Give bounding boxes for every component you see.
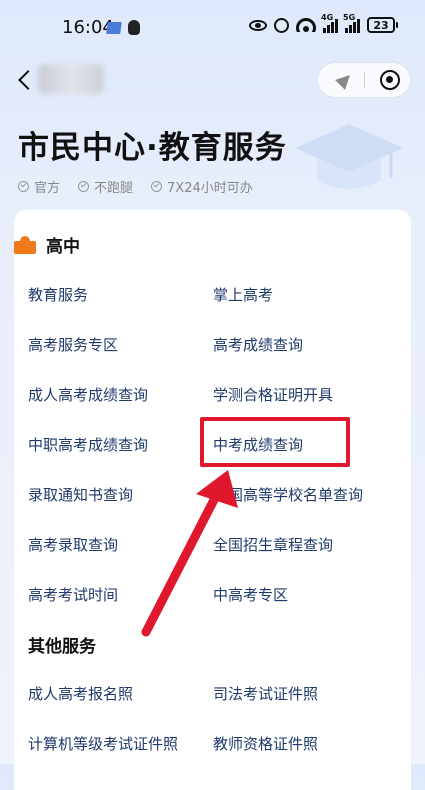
notification-flag-icon	[106, 22, 122, 34]
wifi-icon	[296, 18, 316, 32]
school-icon	[14, 235, 36, 254]
back-icon[interactable]	[16, 68, 38, 92]
blurred-app-title	[38, 64, 104, 94]
check-circle-icon	[78, 181, 90, 192]
service-item[interactable]: 录取通知书查询	[28, 484, 133, 505]
alarm-icon	[274, 17, 289, 33]
service-item[interactable]: 高考录取查询	[28, 534, 118, 555]
badge-24-7: 7X24小时可办	[151, 177, 253, 196]
eye-icon	[249, 19, 267, 31]
service-item[interactable]: 成人高考成绩查询	[28, 384, 148, 405]
service-item[interactable]: 学测合格证明开具	[213, 384, 333, 405]
service-item[interactable]: 成人高考报名照	[28, 683, 133, 704]
signal-5g-icon: 5G	[343, 13, 360, 33]
status-icons: 4G 5G 23	[249, 13, 398, 33]
close-target-icon[interactable]	[380, 70, 400, 90]
service-item[interactable]: 中职高考成绩查询	[28, 434, 148, 455]
mini-program-capsule	[317, 62, 411, 98]
service-item[interactable]: 教育服务	[28, 284, 88, 305]
capsule-divider	[364, 72, 365, 88]
badge-no-trip: 不跑腿	[78, 177, 133, 196]
service-item[interactable]: 高考考试时间	[28, 584, 118, 605]
badge-official: 官方	[18, 177, 60, 196]
battery-icon: 23	[367, 17, 398, 33]
location-arrow-icon[interactable]	[336, 71, 354, 89]
service-badges: 官方 不跑腿 7X24小时可办	[18, 177, 253, 196]
service-item[interactable]: 中高考专区	[213, 584, 288, 605]
service-item[interactable]: 教师资格证件照	[213, 733, 318, 754]
highlight-box	[200, 417, 350, 467]
signal-4g-icon: 4G	[321, 13, 338, 33]
service-item[interactable]: 司法考试证件照	[213, 683, 318, 704]
service-item[interactable]: 全国高等学校名单查询	[213, 484, 363, 505]
service-item[interactable]: 高考成绩查询	[213, 334, 303, 355]
service-item[interactable]: 掌上高考	[213, 284, 273, 305]
graduation-cap-icon	[295, 124, 403, 189]
service-item[interactable]: 高考服务专区	[28, 334, 118, 355]
section-heading-high-school: 高中	[14, 232, 80, 257]
section-heading-other: 其他服务	[28, 637, 96, 657]
nav-bar	[0, 60, 425, 100]
status-bar: 16:04 4G 5G 23	[0, 0, 425, 52]
qq-notification-icon	[128, 20, 140, 35]
service-item[interactable]: 计算机等级考试证件照	[28, 733, 178, 754]
service-item[interactable]: 全国招生章程查询	[213, 534, 333, 555]
page-title: 市民中心·教育服务	[18, 130, 287, 166]
check-circle-icon	[18, 181, 29, 192]
check-circle-icon	[151, 181, 163, 192]
